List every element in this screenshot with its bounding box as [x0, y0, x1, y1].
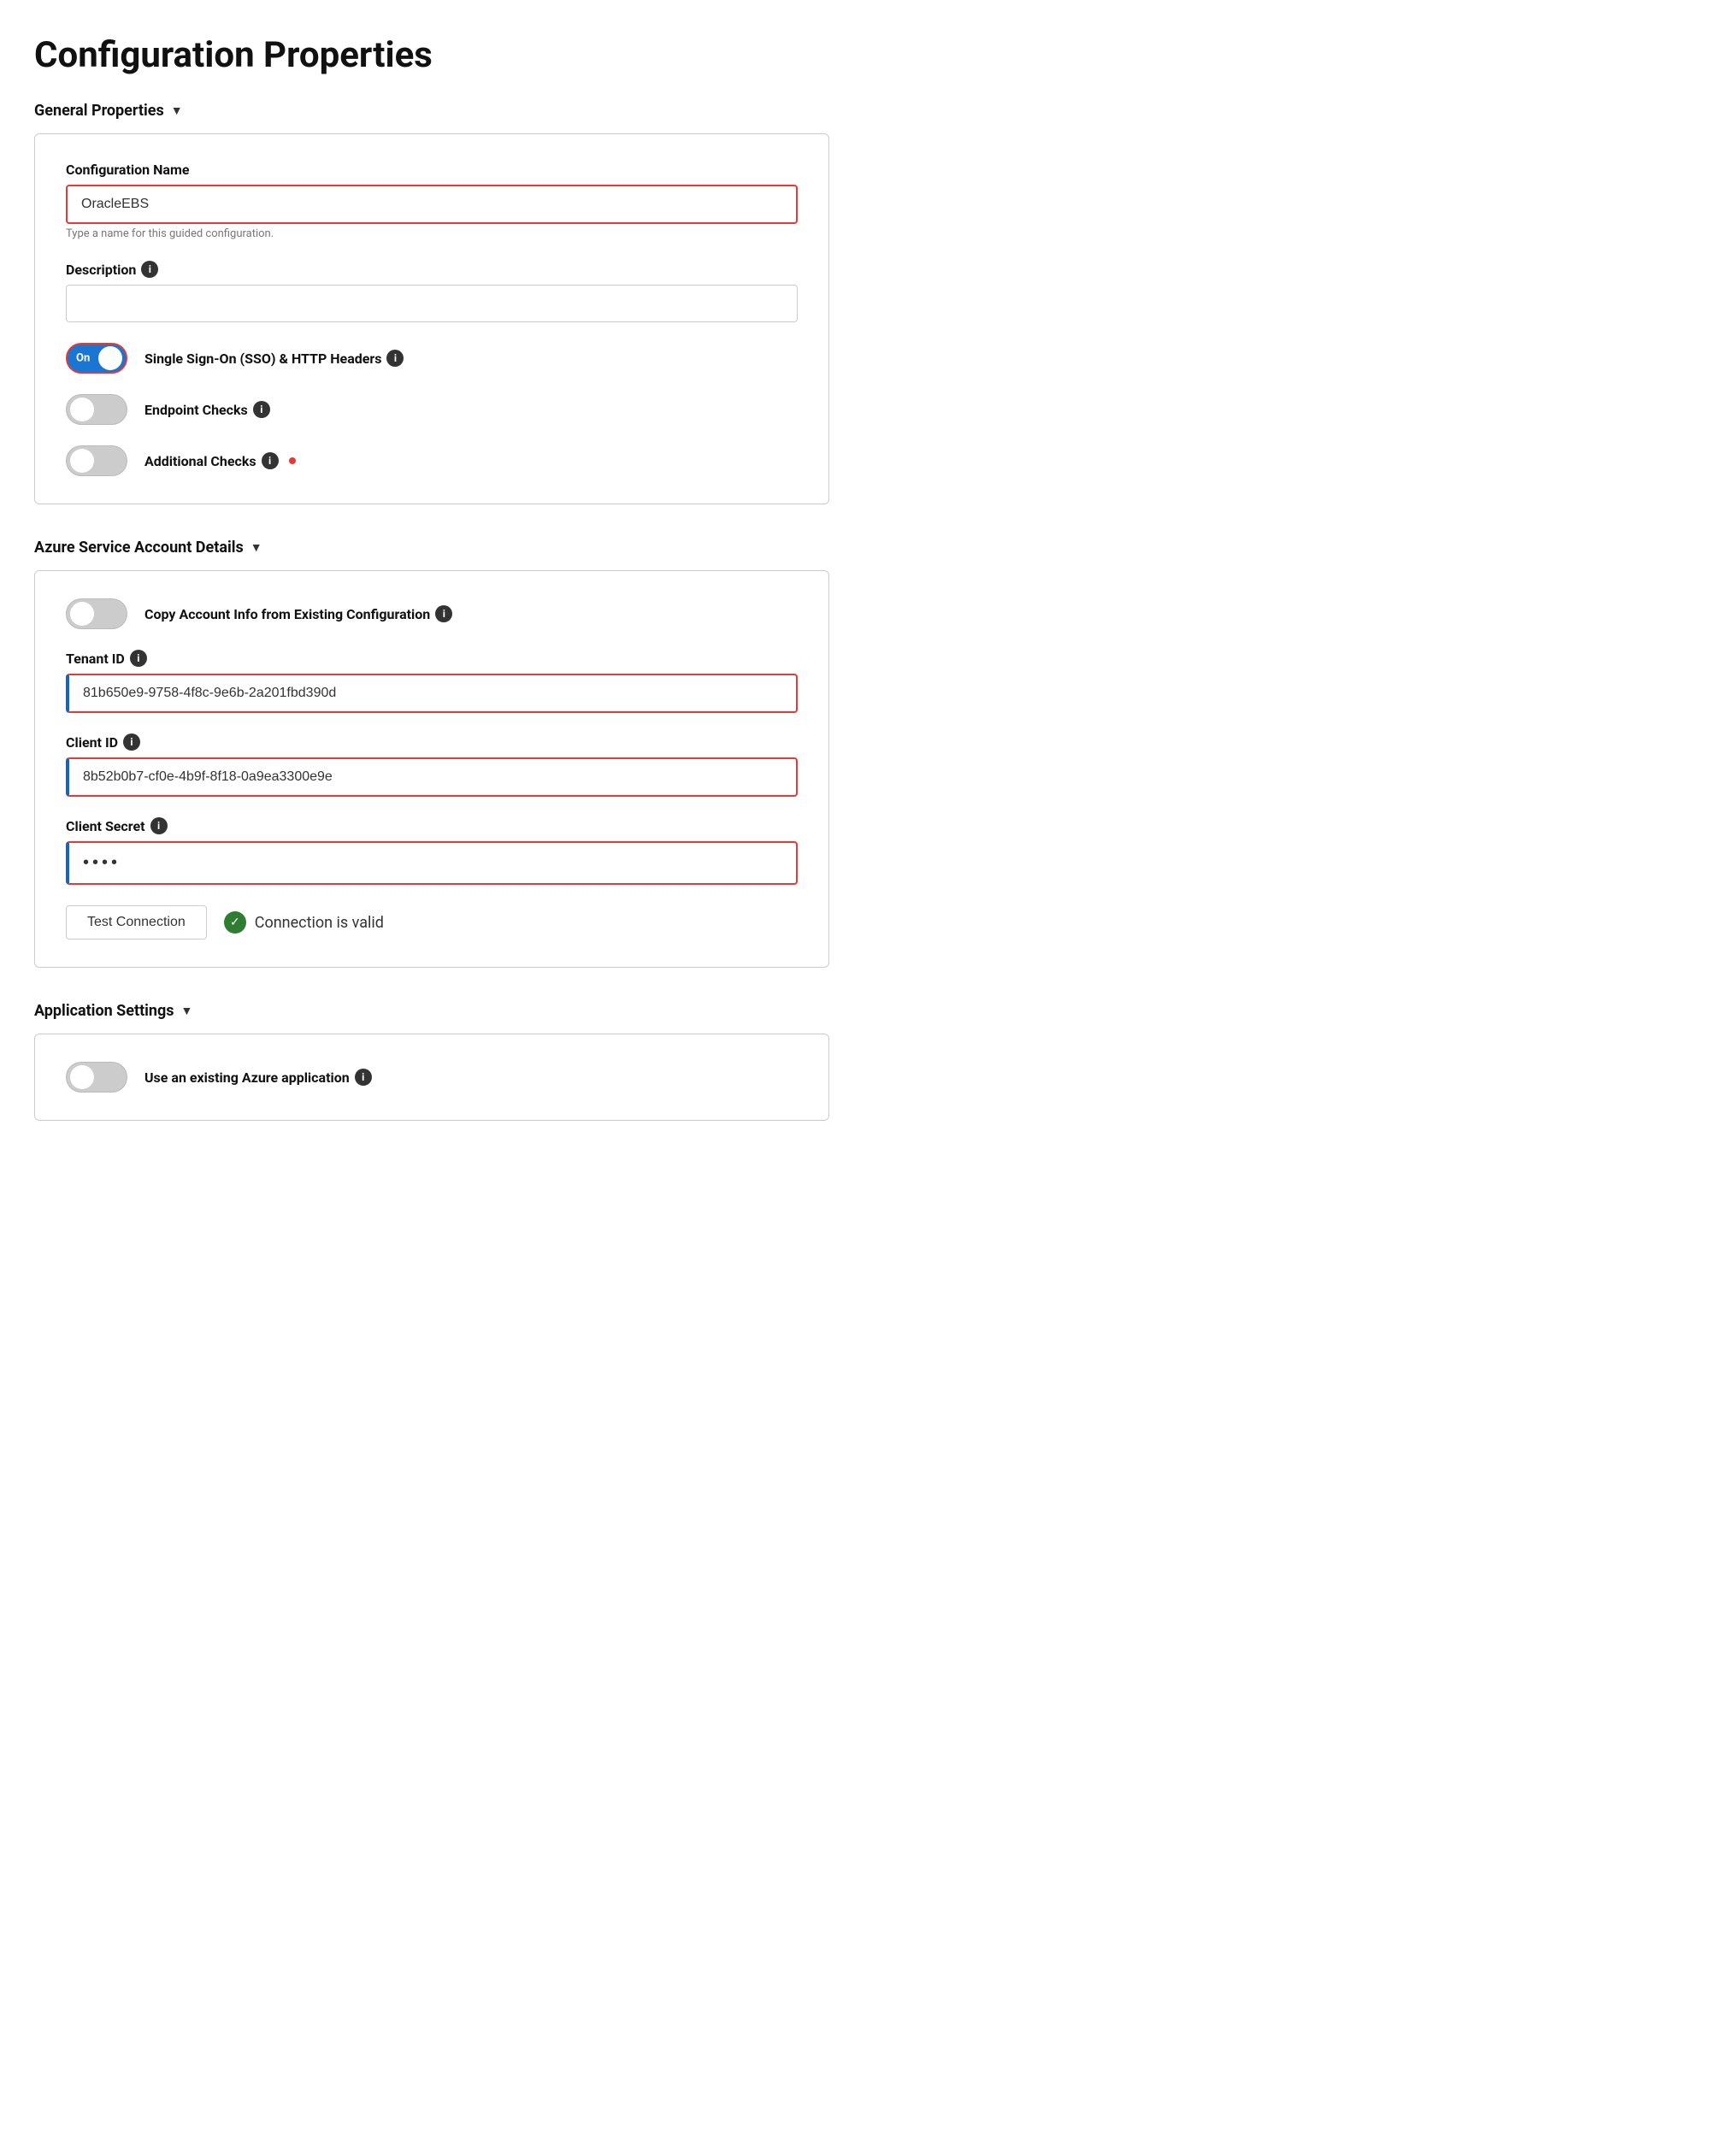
use-azure-label: Use an existing Azure application i [144, 1069, 372, 1086]
copy-account-toggle-row: Copy Account Info from Existing Configur… [66, 598, 798, 629]
test-connection-button[interactable]: Test Connection [66, 905, 207, 940]
test-connection-row: Test Connection ✓ Connection is valid [66, 905, 798, 940]
azure-section-header: Azure Service Account Details ▼ [34, 539, 829, 557]
connection-valid-text: Connection is valid [255, 914, 384, 932]
endpoint-info-icon: i [253, 401, 270, 418]
app-settings-header: Application Settings ▼ [34, 1002, 829, 1020]
client-id-info-icon: i [123, 733, 140, 751]
client-secret-label: Client Secret i [66, 817, 798, 834]
tenant-id-input[interactable] [66, 674, 798, 713]
app-settings-chevron[interactable]: ▼ [181, 1004, 193, 1018]
valid-checkmark-icon: ✓ [224, 911, 246, 934]
endpoint-toggle[interactable] [66, 394, 127, 425]
sso-label: Single Sign-On (SSO) & HTTP Headers i [144, 350, 404, 367]
tenant-id-label: Tenant ID i [66, 650, 798, 667]
config-name-label: Configuration Name [66, 162, 798, 178]
copy-account-info-icon: i [435, 605, 452, 622]
client-secret-info-icon: i [150, 817, 168, 834]
app-settings-label: Application Settings [34, 1002, 174, 1020]
sso-toggle-row: On Single Sign-On (SSO) & HTTP Headers i [66, 343, 798, 374]
copy-account-toggle-knob [70, 602, 94, 626]
description-group: Description i [66, 261, 798, 322]
page-title: Configuration Properties [34, 34, 829, 76]
sso-info-icon: i [386, 350, 404, 367]
client-secret-group: Client Secret i [66, 817, 798, 885]
app-settings-card: Use an existing Azure application i [34, 1034, 829, 1121]
general-properties-label: General Properties [34, 102, 164, 120]
config-name-input[interactable] [66, 185, 798, 224]
general-properties-chevron[interactable]: ▼ [171, 103, 183, 118]
description-info-icon: i [141, 261, 158, 278]
connection-valid-indicator: ✓ Connection is valid [224, 911, 384, 934]
endpoint-toggle-knob [70, 398, 94, 421]
sso-toggle[interactable]: On [66, 343, 127, 374]
sso-toggle-on-text: On [76, 352, 90, 365]
use-azure-info-icon: i [355, 1069, 372, 1086]
description-label: Description i [66, 261, 798, 278]
description-input[interactable] [66, 285, 798, 322]
endpoint-toggle-row: Endpoint Checks i [66, 394, 798, 425]
additional-toggle-knob [70, 449, 94, 473]
copy-account-label: Copy Account Info from Existing Configur… [144, 605, 452, 622]
client-id-input[interactable] [66, 757, 798, 797]
sso-toggle-knob [98, 346, 122, 370]
copy-account-toggle[interactable] [66, 598, 127, 629]
tenant-id-info-icon: i [130, 650, 147, 667]
additional-toggle-row: Additional Checks i [66, 445, 798, 476]
additional-info-icon: i [262, 452, 279, 469]
azure-section-card: Copy Account Info from Existing Configur… [34, 570, 829, 968]
use-azure-toggle-row: Use an existing Azure application i [66, 1062, 798, 1093]
use-azure-toggle[interactable] [66, 1062, 127, 1093]
additional-toggle[interactable] [66, 445, 127, 476]
use-azure-toggle-knob [70, 1065, 94, 1089]
config-name-group: Configuration Name Type a name for this … [66, 162, 798, 240]
general-properties-card: Configuration Name Type a name for this … [34, 133, 829, 504]
additional-label: Additional Checks i [144, 452, 296, 469]
client-id-group: Client ID i [66, 733, 798, 797]
client-secret-input[interactable] [66, 841, 798, 885]
general-properties-header: General Properties ▼ [34, 102, 829, 120]
additional-red-dot [289, 457, 296, 464]
client-id-label: Client ID i [66, 733, 798, 751]
endpoint-label: Endpoint Checks i [144, 401, 270, 418]
tenant-id-group: Tenant ID i [66, 650, 798, 713]
azure-section-label: Azure Service Account Details [34, 539, 244, 557]
config-name-hint: Type a name for this guided configuratio… [66, 227, 798, 240]
azure-section-chevron[interactable]: ▼ [251, 540, 262, 555]
